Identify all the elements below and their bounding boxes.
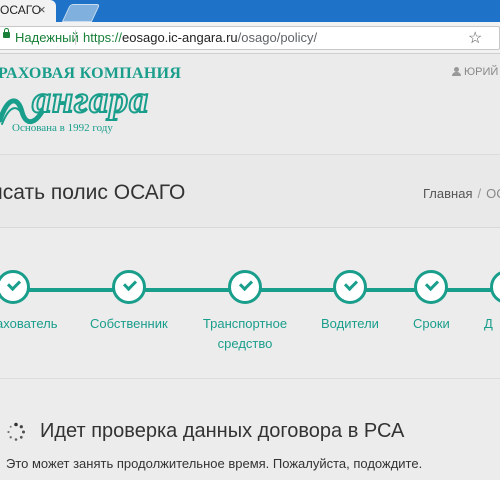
site-header: РАХОВАЯ КОМПАНИЯ ангара Основана в 1992 … bbox=[0, 54, 500, 155]
secure-label: Надежный bbox=[15, 30, 79, 45]
step-6-circle[interactable] bbox=[490, 270, 500, 304]
logo-tagline: Основана в 1992 году bbox=[12, 122, 113, 134]
breadcrumb-home-link[interactable]: Главная bbox=[423, 186, 472, 201]
url-protocol: https:// bbox=[83, 30, 123, 45]
step-5-label[interactable]: Сроки bbox=[413, 314, 450, 334]
wizard-steps: ахователь Собственник Транспортное средс… bbox=[0, 228, 500, 379]
page-title: исать полис ОСАГО bbox=[0, 181, 186, 204]
page-title-bar: исать полис ОСАГО Главная / ОС bbox=[0, 155, 500, 228]
check-icon bbox=[6, 276, 22, 292]
status-description: Это может занять продолжительное время. … bbox=[6, 456, 423, 471]
user-menu[interactable]: ЮРИЙ bbox=[452, 66, 498, 78]
browser-tab[interactable]: ОСАГО × bbox=[0, 0, 56, 22]
step-6-label[interactable]: Д bbox=[484, 314, 493, 334]
check-icon bbox=[343, 276, 359, 292]
step-1-circle[interactable] bbox=[0, 270, 30, 304]
new-tab-button[interactable] bbox=[61, 4, 101, 22]
step-1-label[interactable]: ахователь bbox=[0, 314, 57, 334]
step-4-circle[interactable] bbox=[333, 270, 367, 304]
step-5-circle[interactable] bbox=[414, 270, 448, 304]
step-3-circle[interactable] bbox=[228, 270, 262, 304]
status-panel: Идет проверка данных договора в РСА Это … bbox=[0, 380, 500, 480]
url-host: eosago.ic-angara.ru bbox=[122, 30, 238, 45]
breadcrumb: Главная / ОС bbox=[423, 186, 500, 201]
check-icon bbox=[238, 276, 254, 292]
url-path: /osago/policy/ bbox=[237, 30, 318, 45]
tab-title: ОСАГО bbox=[0, 3, 41, 17]
logo-brand-name[interactable]: ангара bbox=[31, 78, 149, 122]
star-icon[interactable]: ☆ bbox=[468, 28, 482, 48]
user-name: ЮРИЙ bbox=[464, 66, 499, 78]
lock-icon bbox=[3, 28, 10, 38]
omnibox-divider bbox=[75, 30, 76, 45]
spinner-icon bbox=[7, 422, 25, 441]
url-field[interactable]: Надежный https://eosago.ic-angara.ru/osa… bbox=[0, 26, 500, 50]
step-2-circle[interactable] bbox=[112, 270, 146, 304]
breadcrumb-separator: / bbox=[477, 186, 482, 201]
step-2-label[interactable]: Собственник bbox=[90, 314, 168, 334]
status-title: Идет проверка данных договора в РСА bbox=[40, 420, 405, 442]
address-bar: Надежный https://eosago.ic-angara.ru/osa… bbox=[0, 22, 500, 54]
step-4-label[interactable]: Водители bbox=[321, 314, 379, 334]
breadcrumb-current: ОС bbox=[486, 186, 500, 201]
browser-tab-bar: ОСАГО × bbox=[0, 0, 500, 22]
check-icon bbox=[122, 276, 138, 292]
step-3-label[interactable]: Транспортное средство bbox=[200, 314, 290, 354]
url-text[interactable]: https://eosago.ic-angara.ru/osago/policy… bbox=[83, 30, 317, 45]
check-icon bbox=[424, 276, 440, 292]
tab-close-icon[interactable]: × bbox=[38, 2, 46, 17]
user-icon bbox=[452, 67, 461, 76]
